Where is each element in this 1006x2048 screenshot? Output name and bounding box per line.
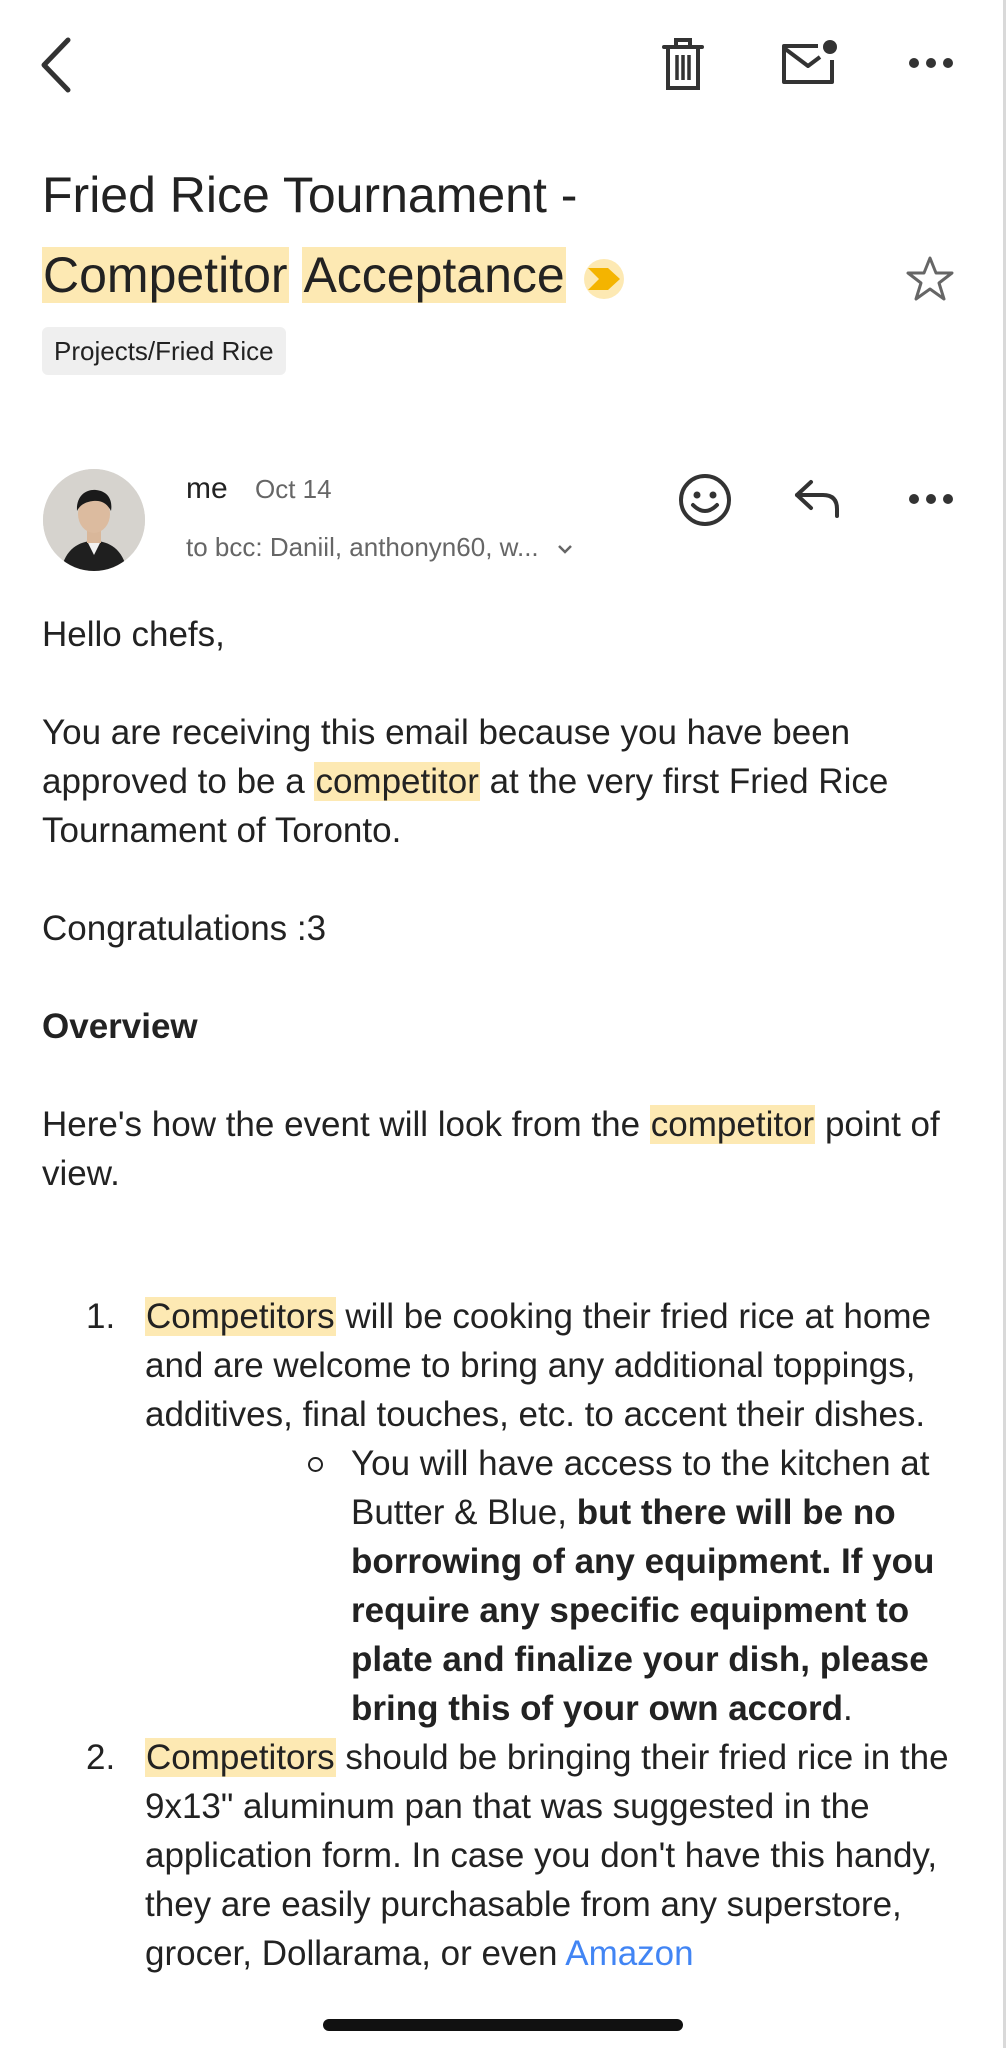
overview-heading: Overview — [42, 1007, 198, 1046]
sub-list: You will have access to the kitchen at B… — [145, 1439, 972, 1733]
recipients-toggle[interactable]: to bcc: Daniil, anthonyn60, w... — [186, 532, 574, 563]
trash-icon[interactable] — [662, 38, 704, 90]
subject-text: Fried Rice Tournament - — [42, 167, 578, 223]
numbered-list: 1. Competitors will be cooking their fri… — [42, 1292, 972, 1978]
sender-name: me — [186, 472, 228, 505]
important-marker-icon[interactable] — [578, 258, 630, 300]
search-highlight: Competitors — [145, 1297, 336, 1336]
sub-list-item: You will have access to the kitchen at B… — [145, 1439, 972, 1733]
top-app-bar — [0, 0, 1006, 130]
greeting: Hello chefs, — [42, 615, 225, 654]
chevron-down-icon — [558, 545, 572, 554]
mail-unread-icon[interactable] — [780, 38, 838, 86]
paragraph: You are receiving this email because you… — [42, 713, 889, 850]
email-date: Oct 14 — [255, 474, 332, 504]
subject-highlight: Competitor — [42, 247, 289, 303]
email-body: Hello chefs, You are receiving this emai… — [42, 610, 972, 1978]
more-horizontal-icon[interactable] — [908, 56, 954, 70]
home-indicator — [323, 2019, 683, 2031]
search-highlight: Competitors — [145, 1738, 336, 1777]
list-item: 1. Competitors will be cooking their fri… — [42, 1292, 972, 1733]
subject-highlight: Acceptance — [302, 247, 566, 303]
list-item: 2. Competitors should be bringing their … — [86, 1738, 949, 1973]
avatar[interactable] — [43, 469, 145, 571]
star-icon[interactable] — [905, 255, 955, 303]
paragraph: Here's how the event will look from the … — [42, 1105, 940, 1193]
reply-icon[interactable] — [793, 478, 843, 518]
emoji-reaction-icon[interactable] — [678, 473, 732, 527]
message-more-icon[interactable] — [908, 492, 954, 506]
chevron-left-icon[interactable] — [36, 36, 76, 94]
recipients-text: to bcc: Daniil, anthonyn60, w... — [186, 532, 539, 562]
congrats: Congratulations :3 — [42, 909, 327, 948]
search-highlight: competitor — [314, 762, 480, 801]
email-subject: Fried Rice Tournament - Competitor Accep… — [42, 155, 882, 315]
search-highlight: competitor — [649, 1105, 816, 1144]
label-chip[interactable]: Projects/Fried Rice — [42, 327, 286, 375]
amazon-link[interactable]: Amazon — [565, 1934, 693, 1973]
